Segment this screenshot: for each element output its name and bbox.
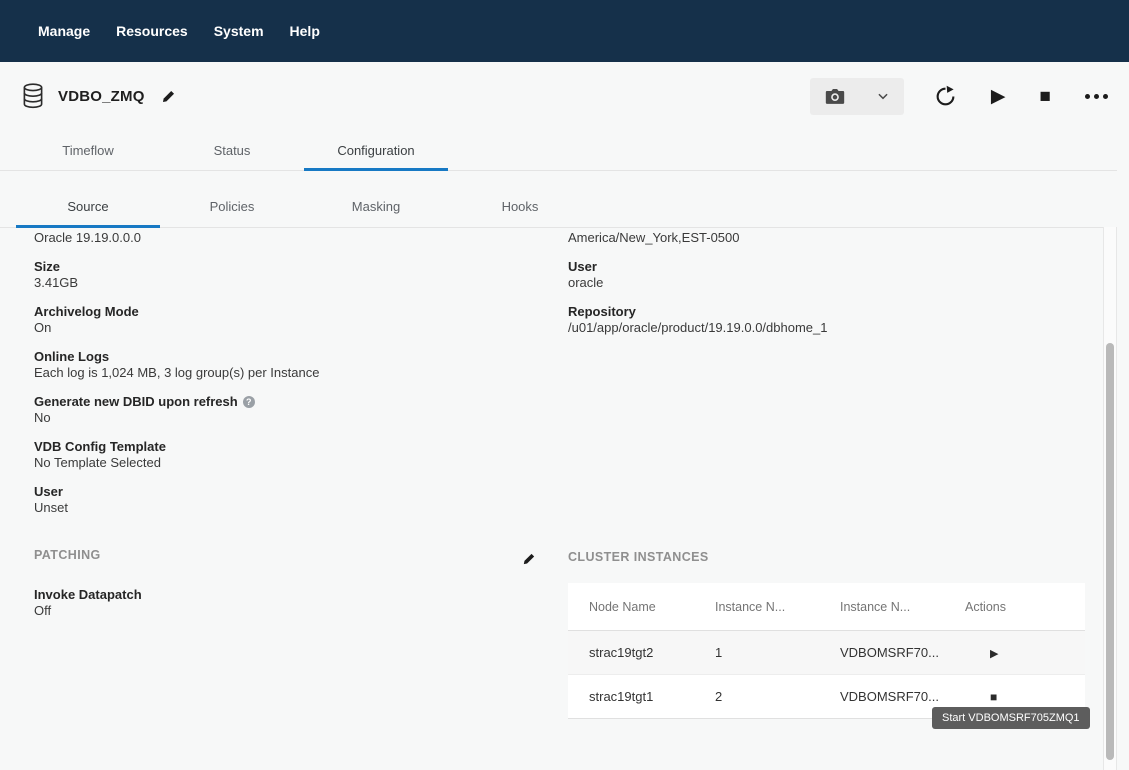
help-icon[interactable]: ? [243, 396, 255, 408]
ellipsis-icon [1085, 94, 1090, 99]
col-instance-number: Instance N... [694, 600, 819, 614]
cell-instance-number: 1 [694, 645, 819, 660]
snapshot-dropdown-button[interactable] [872, 85, 894, 107]
main-tabs: Timeflow Status Configuration [0, 130, 1117, 171]
detail-user: User Unset [34, 484, 534, 516]
detail-value: America/New_York,EST-0500 [568, 230, 1088, 246]
instance-action-button[interactable]: ■ [990, 690, 997, 704]
detail-label: Archivelog Mode [34, 304, 534, 320]
pencil-icon [161, 89, 176, 104]
more-actions-button[interactable] [1081, 90, 1112, 103]
detail-label: Invoke Datapatch [34, 587, 540, 603]
app-window: Manage Resources System Help VDBO_ZMQ [0, 0, 1129, 770]
pencil-icon [522, 552, 536, 566]
patching-section: PATCHING Invoke Datapatch Off [34, 548, 540, 632]
subtab-masking[interactable]: Masking [304, 185, 448, 227]
table-header-row: Node Name Instance N... Instance N... Ac… [568, 583, 1085, 631]
patching-section-title: PATCHING [34, 548, 101, 562]
detail-size: Size 3.41GB [34, 259, 534, 291]
edit-name-button[interactable] [157, 85, 180, 108]
detail-env-user: User oracle [568, 259, 1088, 291]
page-title: VDBO_ZMQ [58, 88, 145, 105]
nav-system[interactable]: System [214, 23, 264, 39]
tab-timeflow[interactable]: Timeflow [16, 130, 160, 170]
detail-label: Size [34, 259, 534, 275]
cell-instance-name: VDBOMSRF70... [819, 689, 944, 704]
cluster-instances-table: Node Name Instance N... Instance N... Ac… [568, 583, 1085, 719]
chevron-down-icon [876, 89, 890, 103]
detail-value: Off [34, 603, 540, 619]
database-icon [20, 82, 46, 110]
detail-value: Each log is 1,024 MB, 3 log group(s) per… [34, 365, 534, 381]
detail-archivelog-mode: Archivelog Mode On [34, 304, 534, 336]
nav-help[interactable]: Help [290, 23, 320, 39]
detail-online-logs: Online Logs Each log is 1,024 MB, 3 log … [34, 349, 534, 381]
col-node-name: Node Name [568, 600, 694, 614]
detail-label: Generate new DBID upon refresh [34, 394, 238, 410]
detail-repository: Repository /u01/app/oracle/product/19.19… [568, 304, 1088, 336]
detail-label: Repository [568, 304, 1088, 320]
detail-value: oracle [568, 275, 1088, 291]
play-icon: ▶ [991, 87, 1006, 106]
nav-resources[interactable]: Resources [116, 23, 188, 39]
page-header: VDBO_ZMQ [0, 62, 1129, 130]
detail-database-version: Oracle 19.19.0.0.0 [34, 230, 534, 246]
detail-generate-dbid: Generate new DBID upon refresh ? No [34, 394, 534, 426]
detail-value: Oracle 19.19.0.0.0 [34, 230, 534, 246]
subtab-policies[interactable]: Policies [160, 185, 304, 227]
cell-instance-number: 2 [694, 689, 819, 704]
source-details-right: America/New_York,EST-0500 User oracle Re… [568, 230, 1088, 349]
detail-vdb-config-template: VDB Config Template No Template Selected [34, 439, 534, 471]
snapshot-button-group [810, 78, 904, 115]
cell-node-name: strac19tgt2 [568, 645, 694, 660]
tab-configuration[interactable]: Configuration [304, 130, 448, 170]
col-actions: Actions [944, 600, 1085, 614]
detail-value: On [34, 320, 534, 336]
detail-label: User [568, 259, 1088, 275]
col-instance-name: Instance N... [819, 600, 944, 614]
detail-timezone: America/New_York,EST-0500 [568, 230, 1088, 246]
cluster-instances-section: CLUSTER INSTANCES Node Name Instance N..… [568, 548, 1085, 719]
detail-label: Online Logs [34, 349, 534, 365]
detail-label: VDB Config Template [34, 439, 534, 455]
subtab-source[interactable]: Source [16, 185, 160, 227]
cluster-section-title: CLUSTER INSTANCES [568, 550, 709, 564]
refresh-icon [934, 85, 957, 108]
detail-value: No [34, 410, 534, 426]
stop-icon: ■ [1040, 87, 1051, 106]
detail-invoke-datapatch: Invoke Datapatch Off [34, 587, 540, 619]
vertical-scrollbar[interactable] [1103, 227, 1117, 770]
cell-instance-name: VDBOMSRF70... [819, 645, 944, 660]
top-nav: Manage Resources System Help [0, 0, 1129, 62]
detail-value: No Template Selected [34, 455, 534, 471]
stop-vdb-button[interactable]: ■ [1036, 83, 1055, 110]
camera-icon [824, 87, 846, 105]
source-details-left: Oracle 19.19.0.0.0 Size 3.41GB Archivelo… [34, 230, 534, 529]
cell-node-name: strac19tgt1 [568, 689, 694, 704]
action-tooltip: Start VDBOMSRF705ZMQ1 [932, 707, 1090, 729]
edit-patching-button[interactable] [518, 548, 540, 570]
detail-value: /u01/app/oracle/product/19.19.0.0/dbhome… [568, 320, 1088, 336]
tab-status[interactable]: Status [160, 130, 304, 170]
subtab-hooks[interactable]: Hooks [448, 185, 592, 227]
table-row: strac19tgt2 1 VDBOMSRF70... ▶ [568, 631, 1085, 675]
nav-manage[interactable]: Manage [38, 23, 90, 39]
refresh-button[interactable] [930, 81, 961, 112]
start-vdb-button[interactable]: ▶ [987, 83, 1010, 110]
detail-value: Unset [34, 500, 534, 516]
detail-label: User [34, 484, 534, 500]
scrollbar-thumb[interactable] [1106, 343, 1114, 760]
start-instance-button[interactable]: ▶ [990, 648, 998, 660]
detail-value: 3.41GB [34, 275, 534, 291]
snapshot-camera-button[interactable] [820, 83, 850, 109]
configuration-subtabs: Source Policies Masking Hooks [0, 185, 1117, 228]
